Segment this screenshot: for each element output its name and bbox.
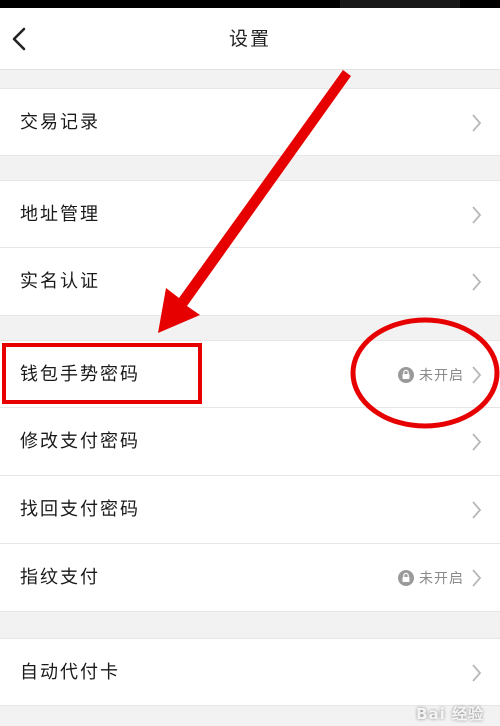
row-label: 指纹支付 <box>20 567 100 588</box>
row-label: 交易记录 <box>20 112 100 133</box>
status-indicator: 未开启 <box>398 341 464 409</box>
row-auto-proxy-payment-card[interactable]: 自动代付卡 <box>0 638 500 706</box>
chevron-right-icon <box>472 366 482 384</box>
row-real-name-verification[interactable]: 实名认证 <box>0 248 500 316</box>
chevron-right-icon <box>472 433 482 451</box>
back-button[interactable] <box>2 12 36 66</box>
lock-icon <box>398 367 414 383</box>
lock-icon <box>398 570 414 586</box>
watermark: Bai 经验 <box>416 705 484 723</box>
nav-bar: 设置 <box>0 8 500 70</box>
row-address-management[interactable]: 地址管理 <box>0 180 500 248</box>
row-label: 找回支付密码 <box>20 499 140 520</box>
status-bar <box>0 0 500 8</box>
chevron-right-icon <box>472 273 482 291</box>
chevron-right-icon <box>472 114 482 132</box>
page-title: 设置 <box>228 28 271 50</box>
status-text: 未开启 <box>419 368 464 384</box>
annotation-highlight-box <box>2 343 202 404</box>
chevron-right-icon <box>472 206 482 224</box>
row-label: 实名认证 <box>20 271 100 292</box>
row-transaction-records[interactable]: 交易记录 <box>0 88 500 156</box>
status-text: 未开启 <box>419 571 464 587</box>
row-recover-payment-password[interactable]: 找回支付密码 <box>0 476 500 544</box>
chevron-right-icon <box>472 664 482 682</box>
row-fingerprint-payment[interactable]: 指纹支付 未开启 <box>0 544 500 612</box>
status-icons <box>340 0 460 8</box>
row-label: 修改支付密码 <box>20 431 140 452</box>
row-change-payment-password[interactable]: 修改支付密码 <box>0 408 500 476</box>
row-label: 自动代付卡 <box>20 662 120 683</box>
row-label: 地址管理 <box>20 204 100 225</box>
chevron-left-icon <box>12 27 26 51</box>
chevron-right-icon <box>472 501 482 519</box>
chevron-right-icon <box>472 569 482 587</box>
status-indicator: 未开启 <box>398 544 464 612</box>
